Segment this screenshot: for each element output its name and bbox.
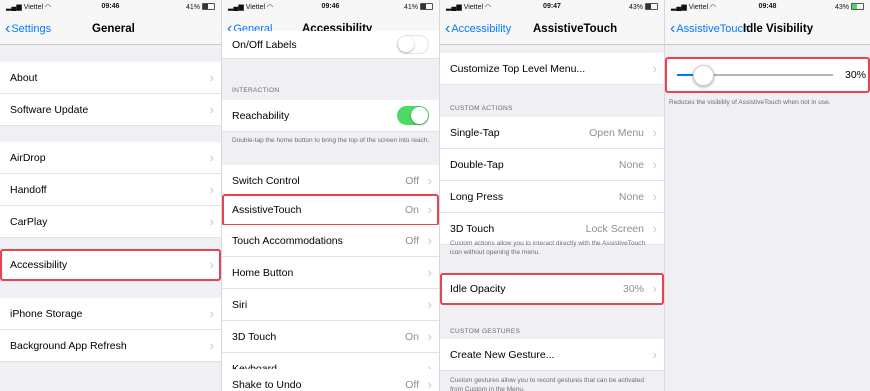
chevron-right-icon: › — [209, 257, 214, 272]
chevron-right-icon: › — [652, 347, 657, 362]
row-touch-accommodations[interactable]: Touch Accommodations Off › — [222, 225, 439, 257]
navigation-bar: ‹Accessibility AssistiveTouch — [440, 14, 664, 45]
page-title: Idle Visibility — [743, 23, 814, 35]
row-background-app-refresh[interactable]: Background App Refresh › — [0, 330, 221, 362]
section-header-interaction: INTERACTION — [232, 87, 280, 94]
chevron-right-icon: › — [209, 214, 214, 229]
section-header-custom-gestures: CUSTOM GESTURES — [450, 328, 521, 335]
chevron-right-icon: › — [652, 157, 657, 172]
idle-visibility-footer: Reduces the visibility of AssistiveTouch… — [669, 99, 831, 106]
page-title: AssistiveTouch — [533, 23, 618, 35]
back-label: Settings — [11, 23, 52, 35]
chevron-right-icon: › — [209, 182, 214, 197]
battery-percent: 41% — [403, 4, 418, 11]
chevron-right-icon: › — [209, 70, 214, 85]
chevron-right-icon: › — [652, 61, 657, 76]
row-carplay[interactable]: CarPlay › — [0, 206, 221, 238]
battery-percent: 41% — [185, 4, 200, 11]
back-label: Accessibility — [451, 23, 512, 35]
slider-value-label: 30% — [844, 69, 866, 81]
chevron-right-icon: › — [209, 338, 214, 353]
battery-icon — [202, 3, 215, 10]
battery-percent: 43% — [834, 4, 849, 11]
row-double-tap[interactable]: Double-Tap None › — [440, 149, 664, 181]
row-customize-top-level-menu[interactable]: Customize Top Level Menu... › — [440, 53, 664, 85]
settings-list: About › Software Update › AirDrop › Handoff… — [0, 45, 221, 391]
chevron-right-icon: › — [652, 281, 657, 296]
navigation-bar: ‹Settings General — [0, 14, 221, 45]
row-accessibility[interactable]: Accessibility › — [0, 249, 221, 281]
battery-percent: 43% — [628, 4, 643, 11]
row-home-button[interactable]: Home Button › — [222, 257, 439, 289]
status-bar: ▂▄▆ Viettel ◠ 09:47 43% — [440, 0, 664, 14]
chevron-right-icon: › — [427, 202, 432, 217]
row-software-update[interactable]: Software Update › — [0, 94, 221, 126]
row-iphone-storage[interactable]: iPhone Storage › — [0, 298, 221, 330]
chevron-right-icon: › — [427, 233, 432, 248]
row-3d-touch[interactable]: 3D Touch On › — [222, 321, 439, 353]
screenshot-collage: ▂▄▆ Viettel ◠ 09:46 41% ‹Settings Genera… — [0, 0, 870, 391]
settings-list: On/Off Labels INTERACTION Reachability D… — [222, 31, 439, 391]
custom-actions-footer: Custom actions allow you to interact dir… — [450, 240, 646, 256]
custom-gestures-footer: Custom gestures allow you to record gest… — [450, 377, 645, 391]
slider-thumb[interactable] — [692, 65, 714, 86]
reachability-footer: Double-tap the home button to bring the … — [232, 137, 430, 144]
reachability-toggle[interactable] — [397, 106, 429, 125]
row-switch-control[interactable]: Switch Control Off › — [222, 165, 439, 197]
slider-track-empty — [702, 74, 833, 76]
chevron-right-icon: › — [209, 150, 214, 165]
row-handoff[interactable]: Handoff › — [0, 174, 221, 206]
back-button[interactable]: ‹Settings — [5, 14, 51, 44]
chevron-left-icon: ‹ — [670, 20, 676, 37]
page-title: General — [92, 23, 135, 35]
screen-assistivetouch: ▂▄▆ Viettel ◠ 09:47 43% ‹Accessibility A… — [440, 0, 665, 391]
back-button[interactable]: ‹Accessibility — [445, 14, 511, 44]
chevron-right-icon: › — [209, 102, 214, 117]
row-on-off-labels[interactable]: On/Off Labels — [222, 31, 439, 59]
navigation-bar: ‹AssistiveTouch Idle Visibility — [665, 14, 870, 45]
idle-opacity-slider-row: 30% — [665, 57, 870, 93]
status-bar: ▂▄▆ Viettel ◠ 09:46 41% — [222, 0, 439, 14]
row-create-new-gesture[interactable]: Create New Gesture... › — [440, 339, 664, 371]
chevron-left-icon: ‹ — [445, 20, 451, 37]
battery-icon — [420, 3, 433, 10]
chevron-right-icon: › — [209, 306, 214, 321]
row-assistivetouch[interactable]: AssistiveTouch On › — [222, 194, 439, 226]
section-header-custom-actions: CUSTOM ACTIONS — [450, 105, 513, 112]
status-bar: ▂▄▆ Viettel ◠ 09:48 43% — [665, 0, 870, 14]
row-long-press[interactable]: Long Press None › — [440, 181, 664, 213]
row-siri[interactable]: Siri › — [222, 289, 439, 321]
row-reachability[interactable]: Reachability — [222, 100, 439, 132]
chevron-right-icon: › — [427, 377, 432, 391]
chevron-right-icon: › — [427, 297, 432, 312]
chevron-left-icon: ‹ — [5, 20, 11, 37]
screen-idle-visibility: ▂▄▆ Viettel ◠ 09:48 43% ‹AssistiveTouch … — [665, 0, 870, 391]
row-single-tap[interactable]: Single-Tap Open Menu › — [440, 117, 664, 149]
status-bar: ▂▄▆ Viettel ◠ 09:46 41% — [0, 0, 221, 14]
screen-accessibility: ▂▄▆ Viettel ◠ 09:46 41% ‹General Accessi… — [222, 0, 440, 391]
chevron-right-icon: › — [427, 265, 432, 280]
chevron-right-icon: › — [427, 329, 432, 344]
row-about[interactable]: About › — [0, 62, 221, 94]
back-label: AssistiveTouch — [676, 23, 750, 35]
chevron-right-icon: › — [652, 125, 657, 140]
chevron-right-icon: › — [652, 189, 657, 204]
battery-icon — [851, 3, 864, 10]
battery-icon — [645, 3, 658, 10]
row-shake-to-undo[interactable]: Shake to Undo Off › — [222, 369, 439, 391]
row-airdrop[interactable]: AirDrop › — [0, 142, 221, 174]
settings-list: Customize Top Level Menu... › CUSTOM ACTI… — [440, 45, 664, 391]
settings-list: 30% Reduces the visibility of AssistiveT… — [665, 45, 870, 391]
back-button[interactable]: ‹AssistiveTouch — [670, 14, 749, 44]
row-idle-opacity[interactable]: Idle Opacity 30% › — [440, 273, 664, 305]
on-off-labels-toggle[interactable] — [397, 35, 429, 54]
chevron-right-icon: › — [427, 173, 432, 188]
screen-general: ▂▄▆ Viettel ◠ 09:46 41% ‹Settings Genera… — [0, 0, 222, 391]
